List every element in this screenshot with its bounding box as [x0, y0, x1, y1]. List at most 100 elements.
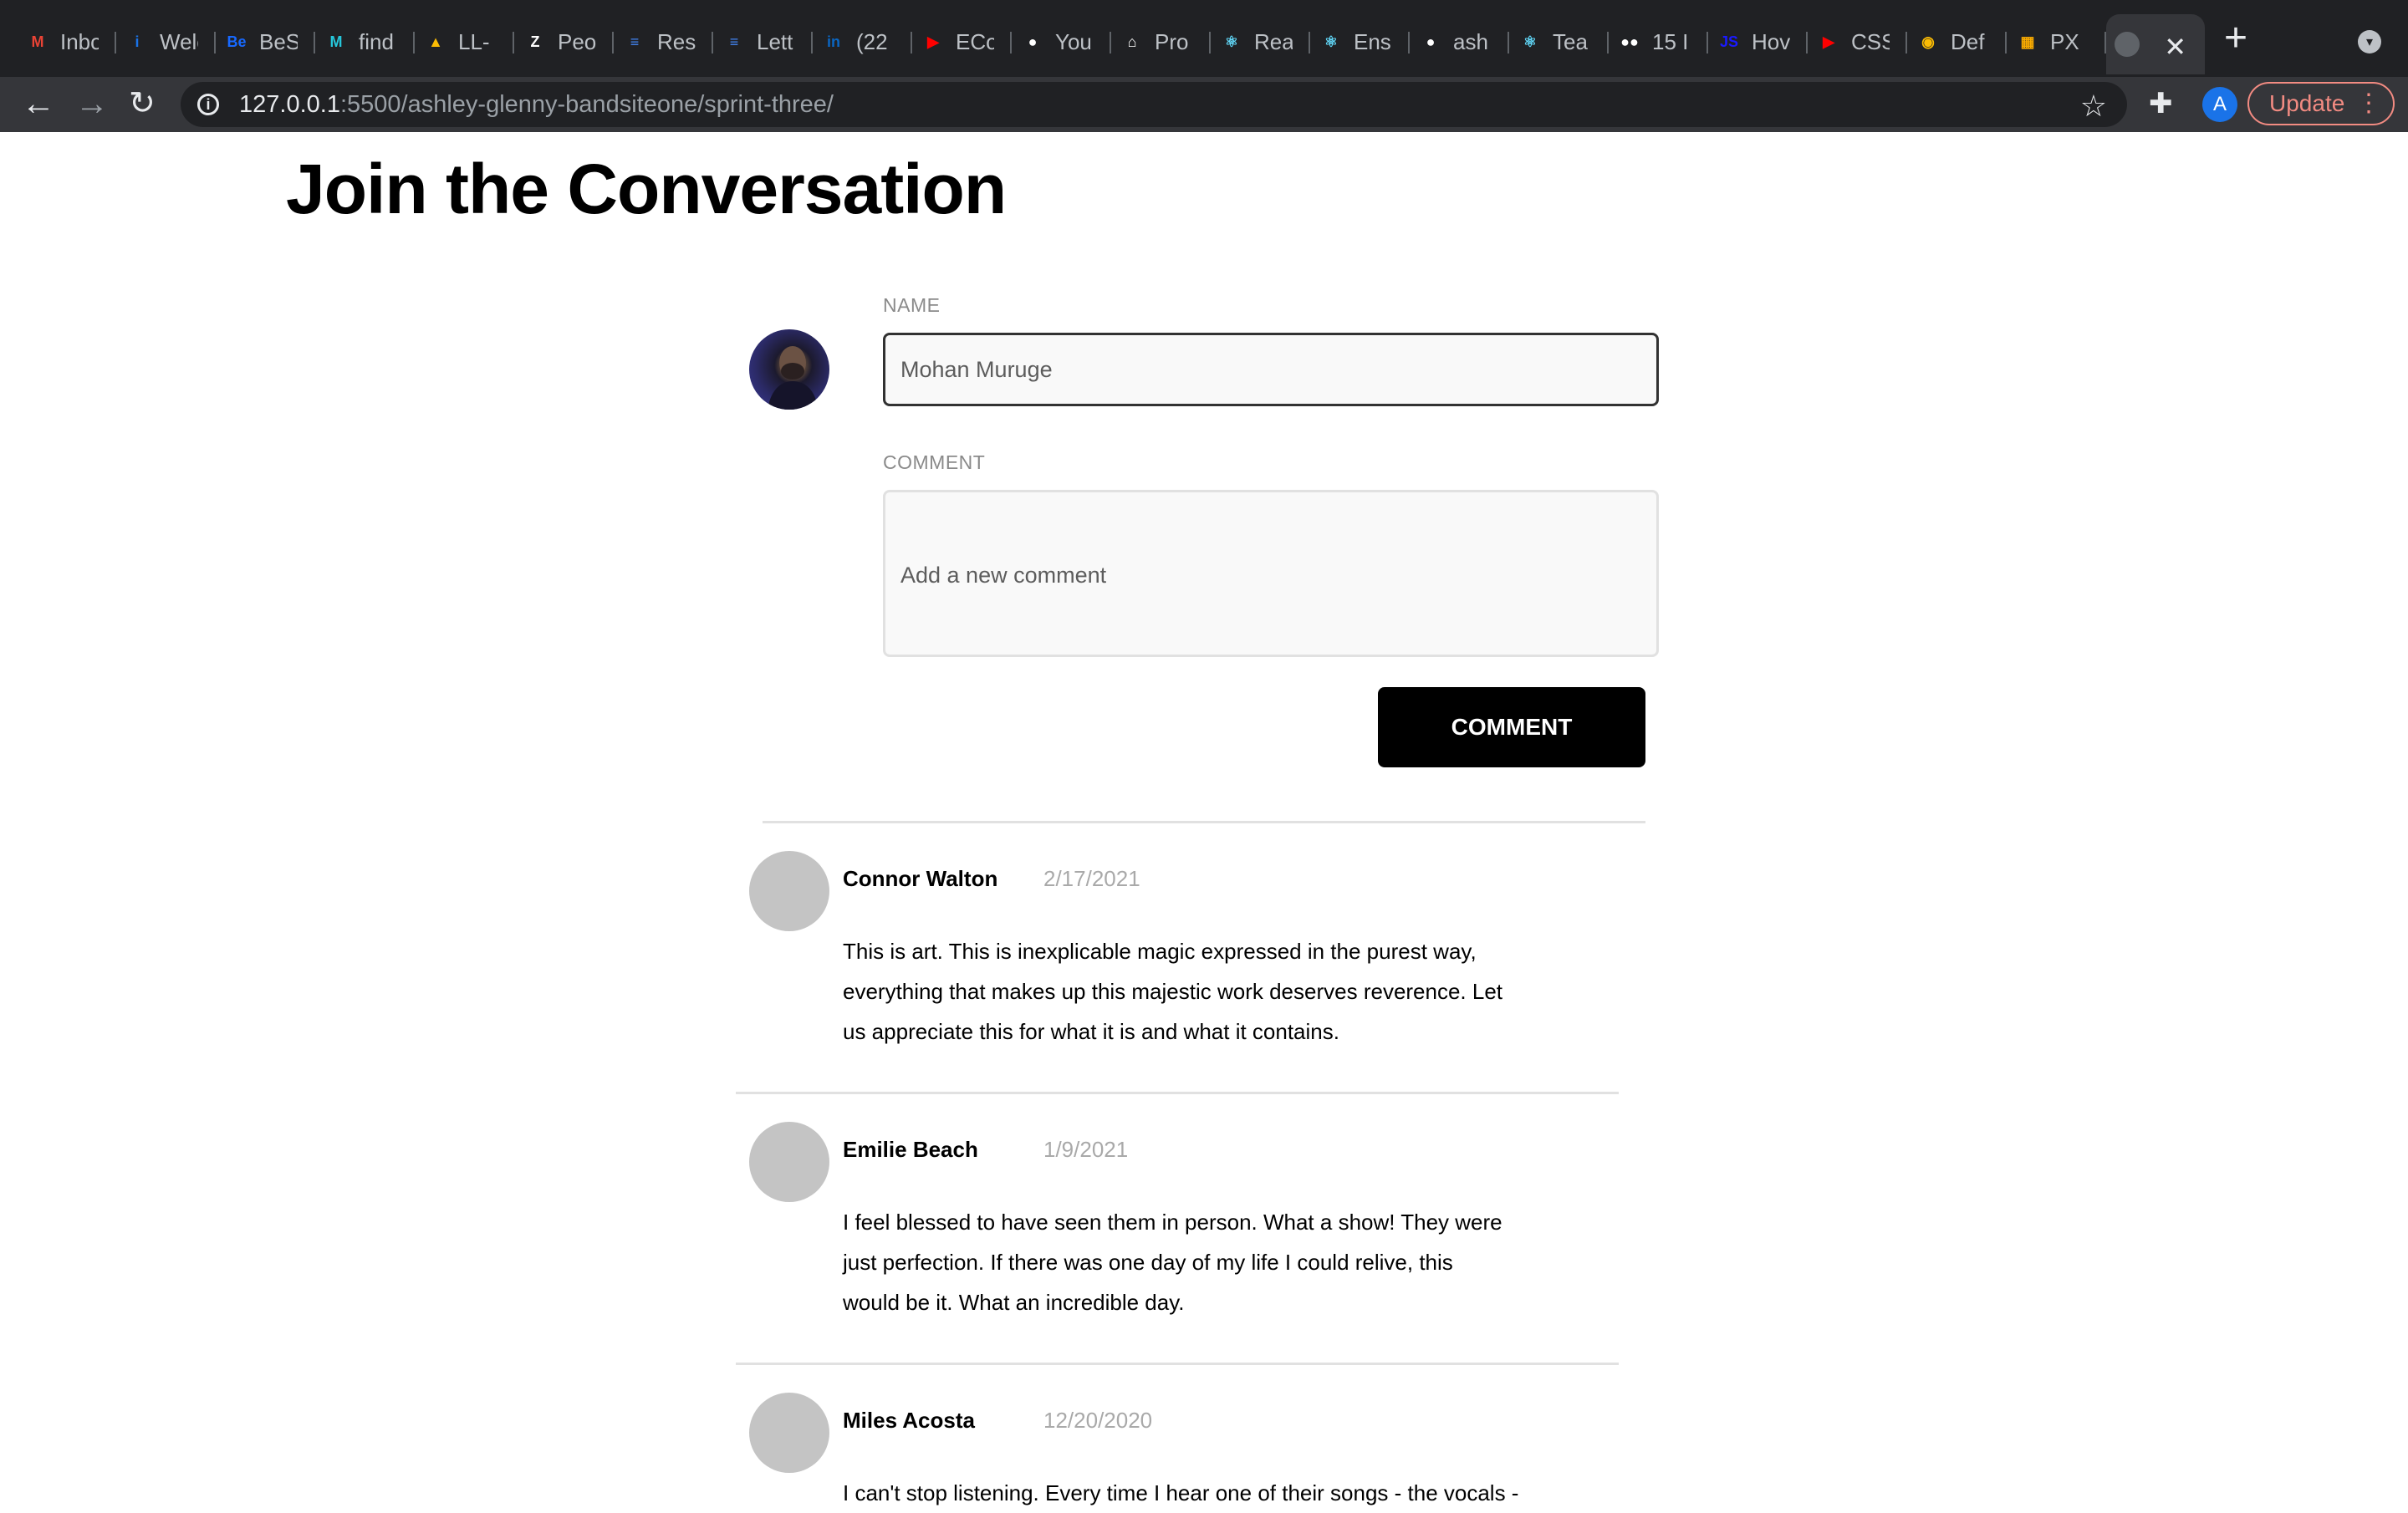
divider [763, 821, 1645, 823]
browser-tab-label: Rea [1254, 28, 1293, 54]
react-icon: ⚛ [1224, 33, 1239, 50]
browser-tab-label: Inbox [60, 28, 99, 54]
browser-tab[interactable]: Mfind [315, 12, 415, 72]
browser-tab[interactable]: ⌂ Pro [1111, 12, 1211, 72]
browser-tab[interactable]: ●● 15 I [1609, 12, 1708, 72]
comment-date: 1/9/2021 [1043, 1137, 1129, 1162]
browser-tab[interactable]: Be BeS [216, 12, 315, 72]
browser-tab-label: PX [2050, 28, 2079, 54]
browser-tab-label: Ens [1354, 28, 1391, 54]
browser-tab[interactable]: i Welcome [116, 12, 216, 72]
browser-tab[interactable]: ● You [1012, 12, 1111, 72]
github-icon: ● [1426, 33, 1436, 50]
browser-tab[interactable]: ● ash [1410, 12, 1509, 72]
globe-icon [2115, 32, 2140, 57]
medium-icon: ●● [1620, 33, 1639, 50]
name-label: NAME [883, 294, 941, 316]
browser-tab-label: Lett [757, 28, 793, 54]
browser-tab-label: You [1055, 28, 1092, 54]
linkedin-icon: in [827, 33, 840, 50]
url-path: :5500/ashley-glenny-bandsiteone/sprint-t… [339, 90, 834, 118]
divider [736, 1092, 1619, 1094]
browser-tab[interactable]: Z Peo [514, 12, 614, 72]
update-button[interactable]: Update ⋮ [2247, 82, 2395, 125]
comment-avatar [749, 1122, 829, 1202]
browser-tab-active[interactable]: ✕ [2106, 14, 2205, 74]
user-avatar-photo-icon [768, 346, 818, 410]
extensions-puzzle-icon[interactable]: ✚ [2149, 87, 2173, 120]
behance-icon: Be [227, 33, 247, 50]
bookmark-star-icon[interactable]: ☆ [2080, 89, 2107, 124]
chrome-icon: ◉ [1921, 33, 1935, 50]
browser-tab-label: Hov [1752, 28, 1790, 54]
update-button-label: Update [2269, 90, 2345, 116]
browser-tab-label: Welcome [160, 28, 198, 54]
browser-tab-label: Tea [1553, 28, 1588, 54]
browser-tab[interactable]: ≡ Lett [713, 12, 813, 72]
browser-tab[interactable]: ▦ PX [2007, 12, 2106, 72]
js-icon: JS [1719, 33, 1739, 50]
browser-tab[interactable]: ≡ Res [614, 12, 713, 72]
browser-tab[interactable]: in (22 [813, 12, 912, 72]
browser-tab-label: ash [1453, 28, 1488, 54]
browser-toolbar: ← → ↻ i 127.0.0.1:5500/ashley-glenny-ban… [0, 77, 2408, 132]
comment-avatar [749, 851, 829, 931]
browser-tab-label: CSS [1851, 28, 1890, 54]
info-tab-icon: i [135, 33, 140, 50]
browser-tab-label: 15 I [1652, 28, 1689, 54]
comment-author: Connor Walton [843, 866, 998, 891]
comment-avatar [749, 1393, 829, 1473]
more-menu-icon[interactable]: ⋮ [2356, 89, 2381, 118]
browser-tab[interactable]: JS Hov [1708, 12, 1808, 72]
github-icon: ● [1028, 33, 1038, 50]
divider [736, 1363, 1619, 1365]
browser-tab[interactable]: ◉ Def [1907, 12, 2007, 72]
find-icon: M [329, 33, 343, 50]
browser-tab[interactable]: ▲ LL- [415, 12, 514, 72]
site-info-icon[interactable]: i [197, 94, 219, 115]
browser-tab-label: (22 [856, 28, 888, 54]
youtube-icon: ▶ [927, 33, 939, 50]
browser-tab[interactable]: ▶ ECo [912, 12, 1012, 72]
browser-tab-label: Pro [1155, 28, 1189, 54]
tab-search-icon[interactable]: ▾ [2358, 30, 2381, 53]
address-bar[interactable]: i 127.0.0.1:5500/ashley-glenny-bandsiteo… [181, 82, 2127, 127]
back-icon[interactable]: ← [22, 87, 55, 120]
browser-tab-label: find [359, 28, 394, 54]
browser-tab-label: Peo [558, 28, 596, 54]
comment-text: I can't stop listening. Every time I hea… [843, 1480, 1519, 1505]
profile-avatar-icon[interactable]: A [2202, 87, 2237, 122]
url-text[interactable]: 127.0.0.1:5500/ashley-glenny-bandsiteone… [239, 91, 834, 119]
browser-tab[interactable]: ⚛ Ens [1310, 12, 1410, 72]
docs-icon: ≡ [630, 33, 640, 50]
name-field[interactable] [883, 333, 1659, 406]
browser-tab-label: Def [1951, 28, 1985, 54]
forward-icon[interactable]: → [75, 87, 109, 120]
browser-tab-strip: M Inbox i Welcome Be BeS Mfind ▲ LL- Z Peo ≡ Res ≡ Let… [0, 0, 2408, 77]
comment-text: This is art. This is inexplicable magic … [843, 939, 1503, 1044]
browser-tab-label: Res [657, 28, 696, 54]
comment-date: 2/17/2021 [1043, 866, 1140, 891]
comment-author: Emilie Beach [843, 1137, 978, 1162]
browser-tab[interactable]: ⚛ Tea [1509, 12, 1609, 72]
new-tab-icon[interactable]: + [2224, 18, 2247, 59]
comment-submit-button[interactable]: COMMENT [1378, 687, 1645, 767]
browser-tab[interactable]: ▶ CSS [1808, 12, 1907, 72]
comment-author: Miles Acosta [843, 1408, 975, 1433]
user-avatar [749, 329, 829, 410]
comment-field[interactable] [883, 490, 1659, 657]
comment-date: 12/20/2020 [1043, 1408, 1153, 1433]
drive-icon: ▲ [428, 33, 443, 50]
close-tab-icon[interactable]: ✕ [2164, 31, 2186, 63]
reload-icon[interactable]: ↻ [129, 87, 156, 120]
comment-text: I feel blessed to have seen them in pers… [843, 1210, 1502, 1315]
browser-tab-label: LL- [458, 28, 490, 54]
browser-tab[interactable]: ⚛ Rea [1211, 12, 1310, 72]
browser-tab[interactable]: M Inbox [17, 12, 116, 72]
react-icon: ⚛ [1324, 33, 1339, 50]
calculator-icon: ▦ [2020, 33, 2035, 50]
url-host: 127.0.0.1 [239, 90, 340, 118]
gmail-icon: M [31, 33, 44, 50]
zendesk-icon: Z [530, 33, 540, 50]
browser-tab-label: BeS [259, 28, 298, 54]
